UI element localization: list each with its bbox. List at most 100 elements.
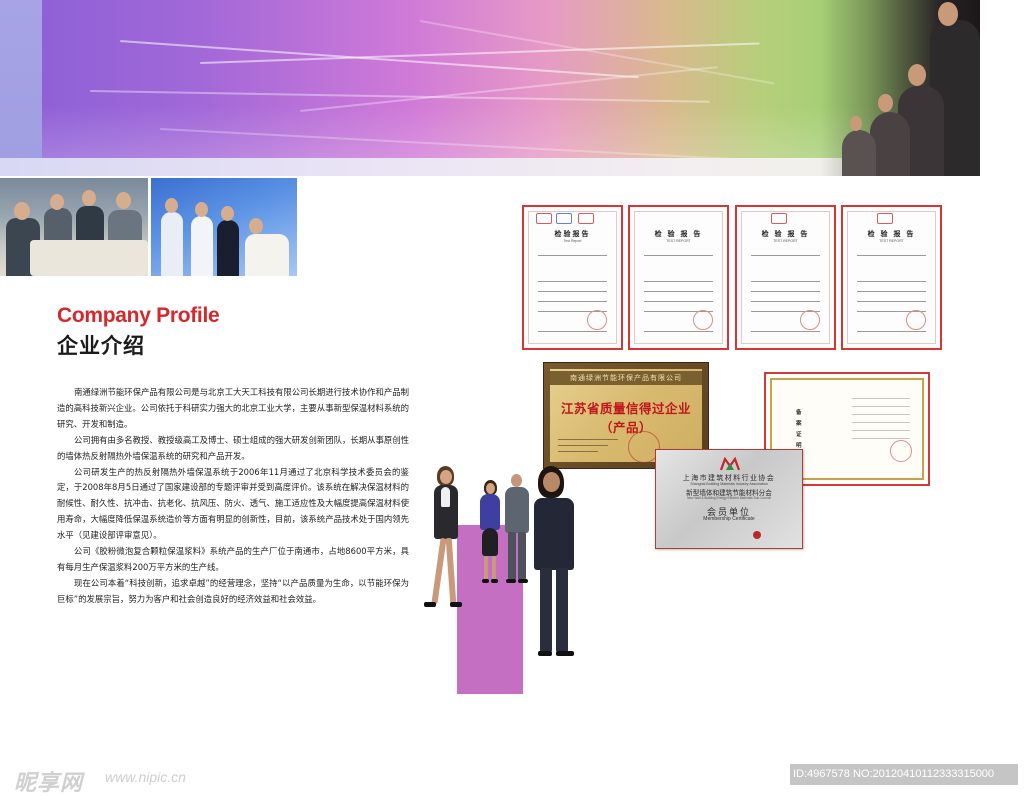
shoe [450,602,462,607]
membership-certificate: 上海市建筑材料行业协会 Shanghai Building Materials … [655,449,803,549]
person-head [82,190,96,206]
report-stamp-icon [693,310,713,330]
report-stamp-icon [906,310,926,330]
person-head [14,202,30,220]
ca-seal-icon [578,213,594,224]
businesswoman-figure [528,466,588,662]
report-line [751,331,820,332]
record-char: 案 [796,421,802,427]
person-silhouette [842,130,876,176]
record-char: 明 [796,443,802,449]
certificate-line [852,406,910,407]
person-head [249,218,263,234]
person-head [908,64,926,86]
leg [445,537,457,605]
cma-seal-icon [771,213,787,224]
cma-seal-icon [536,213,552,224]
person-silhouette [870,112,910,176]
record-char: 备 [796,410,802,416]
leg [492,556,496,580]
certificate-line [852,430,910,431]
report-line [751,281,820,282]
clapping-people-photo [820,0,980,176]
report-line [538,281,607,282]
report-title: 检验报告 [554,231,591,238]
person-head [878,94,893,112]
person-head [486,483,495,494]
blueprint-paper [30,240,148,276]
test-report-1: 检验报告 Test Report [522,205,623,350]
person-head [850,116,862,131]
plaque-text-line [558,451,598,452]
person-head [440,470,452,484]
skirt [482,528,498,556]
report-subtitle: TEST REPORT [666,239,691,243]
report-line [538,301,607,302]
leg [508,532,516,580]
suit-jacket [505,487,529,533]
shoe [482,579,489,583]
shirt [441,487,450,507]
plaque-company-name: 南通绿洲节能环保产品有限公司 [550,371,702,385]
person-head [50,194,64,210]
report-subtitle: TEST REPORT [773,239,798,243]
page-title-english: Company Profile [57,304,220,327]
report-line [644,331,713,332]
paragraph: 南通绿洲节能环保产品有限公司是与北京工大天工科技有限公司长期进行技术协作和产品制… [57,387,409,429]
person-head [165,198,178,213]
report-line [857,291,926,292]
person-head [221,206,234,221]
watermark-logo: 昵享网 [14,771,84,796]
blouse [480,494,500,530]
leg [518,532,526,580]
association-logo-icon [720,457,740,471]
report-line [644,301,713,302]
report-line [857,331,926,332]
shoe [518,579,528,583]
report-line [857,281,926,282]
test-report-4: 检 验 报 告 TEST REPORT [841,205,942,350]
report-line [644,291,713,292]
company-description: 南通绿洲节能环保产品有限公司是与北京工大天工科技有限公司长期进行技术协作和产品制… [57,385,409,608]
person-head [116,192,131,209]
page-title-chinese: 企业介绍 [57,335,145,358]
report-line [857,255,926,256]
certificate-line [852,414,910,415]
report-stamp-icon [800,310,820,330]
shoe [424,602,436,607]
report-line [538,255,607,256]
light-streak [299,66,718,112]
association-name-en: Shanghai Building Materials Industry Ass… [690,482,768,486]
image-id-text: ID:4967578 NO:20120410112333315000 [793,768,995,780]
shoe [491,579,498,583]
newspaper [245,234,289,276]
person-head [195,202,208,217]
report-line [644,255,713,256]
leg [556,568,568,652]
leg [431,537,447,605]
red-seal-icon [753,531,761,539]
report-title: 检 验 报 告 [654,231,703,238]
person-silhouette [217,220,239,276]
test-report-2: 检 验 报 告 TEST REPORT [628,205,729,350]
paragraph: 公司拥有由多名教授、教授级高工及博士、硕士组成的强大研发创新团队，长期从事原创性… [57,434,409,461]
plaque-text-line [558,445,608,446]
certificate-line [852,438,910,439]
cma-seal-icon [877,213,893,224]
watermark-url: www.nipic.cn [105,769,186,785]
businesswoman-figure [420,466,470,616]
report-line [751,301,820,302]
person-silhouette [161,212,183,276]
report-line [857,301,926,302]
report-stamp-icon [587,310,607,330]
report-subtitle: TEST REPORT [879,239,904,243]
test-report-3: 检 验 报 告 TEST REPORT [735,205,836,350]
branch-name-en: New Wall & Building Energy Efficient Mat… [687,496,771,500]
report-title: 检 验 报 告 [867,231,916,238]
leg [484,556,488,580]
shoe [556,651,574,656]
person-head [938,2,958,26]
report-title: 检 验 报 告 [761,231,810,238]
cnas-seal-icon [556,213,572,224]
certificate-line [852,398,910,399]
